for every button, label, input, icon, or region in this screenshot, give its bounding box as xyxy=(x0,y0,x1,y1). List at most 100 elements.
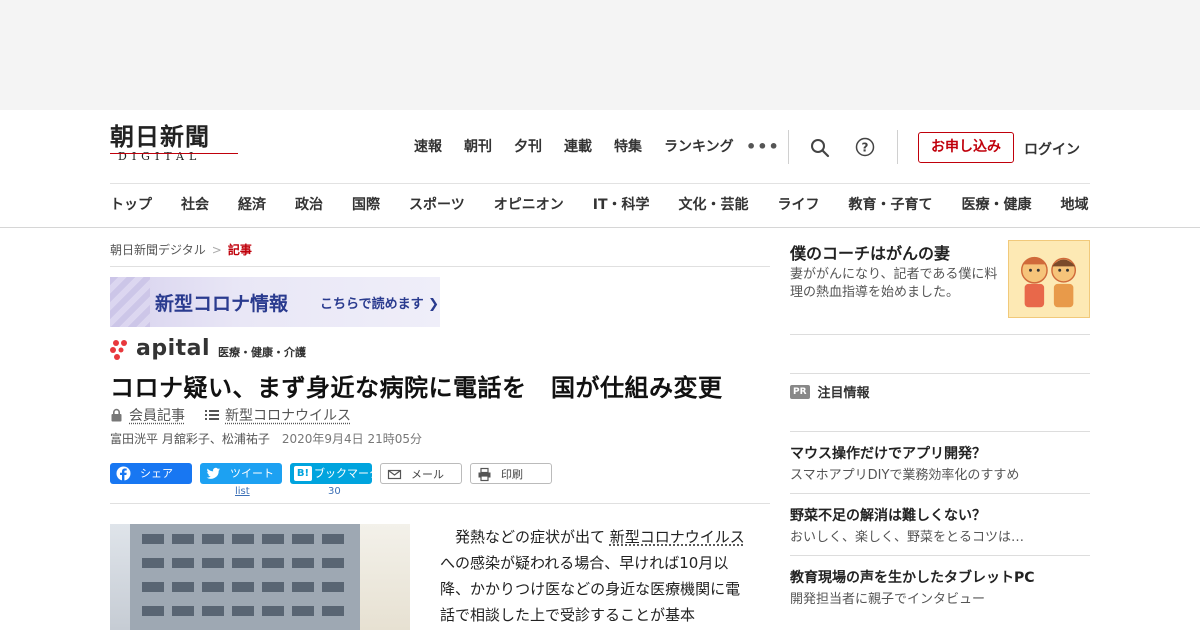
photo-window xyxy=(142,534,164,544)
apital-logo[interactable]: apital 医療・健康・介護 xyxy=(110,336,306,360)
pr-item[interactable]: マウス操作だけでアプリ開発？ スマホアプリDIYで業務効率化のすすめ xyxy=(790,444,1090,486)
top-nav-item-ranking[interactable]: ランキング xyxy=(664,138,734,156)
logo-main-text: 朝日新聞 xyxy=(110,122,210,151)
top-nav-item-series[interactable]: 連載 xyxy=(564,138,592,156)
photo-window xyxy=(292,558,314,568)
photo-window xyxy=(262,582,284,592)
divider xyxy=(110,503,770,504)
breadcrumb-home[interactable]: 朝日新聞デジタル xyxy=(110,243,206,257)
corona-banner-link-text: こちらで読めます xyxy=(320,297,424,312)
login-link[interactable]: ログイン xyxy=(1024,139,1080,159)
category-international[interactable]: 国際 xyxy=(352,196,380,214)
category-education[interactable]: 教育・子育て xyxy=(849,196,933,214)
pr-item-desc: おいしく、楽しく、野菜をとるコツは… xyxy=(790,530,1025,545)
member-article-tag[interactable]: 会員記事 xyxy=(110,405,185,425)
help-icon[interactable]: ? xyxy=(855,137,875,157)
hatena-bookmark-icon: B! xyxy=(294,466,312,481)
photo-window xyxy=(232,582,254,592)
category-it-science[interactable]: IT・科学 xyxy=(593,196,650,214)
photo-window xyxy=(202,606,224,616)
mail-icon xyxy=(387,469,402,480)
sidebar-feature[interactable]: 僕のコーチはがんの妻 妻ががんになり、記者である僕に料理の熱血指導を始めました。 xyxy=(790,240,1090,334)
category-politics[interactable]: 政治 xyxy=(295,196,323,214)
print-label: 印刷 xyxy=(501,468,523,481)
more-menu-icon[interactable]: ••• xyxy=(746,137,780,156)
category-region[interactable]: 地域 xyxy=(1061,196,1089,214)
category-top[interactable]: トップ xyxy=(110,196,152,214)
subscribe-button[interactable]: お申し込み xyxy=(918,132,1014,163)
photo-window xyxy=(262,558,284,568)
article-body-text-2: への感染が疑われる場合、早ければ10月以降、かかりつけ医などの身近な医療機関に電… xyxy=(440,554,741,624)
top-nav-item-features[interactable]: 特集 xyxy=(614,138,642,156)
corona-info-banner[interactable]: 新型コロナ情報 こちらで読めます ❯ xyxy=(110,277,440,327)
apital-subtitle: 医療・健康・介護 xyxy=(218,346,307,359)
twitter-count-link[interactable]: list xyxy=(235,486,250,497)
photo-window xyxy=(292,606,314,616)
corona-banner-title: 新型コロナ情報 xyxy=(155,293,289,315)
hatena-bookmark-button[interactable]: B! ブックマーク xyxy=(290,463,380,484)
category-society[interactable]: 社会 xyxy=(181,196,209,214)
facebook-share-button[interactable]: シェア xyxy=(110,463,192,484)
photo-window xyxy=(262,606,284,616)
topic-tag[interactable]: 新型コロナウイルス xyxy=(205,405,351,425)
article-date: 2020年9月4日 21時05分 xyxy=(281,432,422,446)
category-economy[interactable]: 経済 xyxy=(238,196,266,214)
topic-keyword-link[interactable]: 新型コロナウイルス xyxy=(610,528,745,546)
photo-window xyxy=(142,582,164,592)
photo-window xyxy=(322,558,344,568)
article-photo xyxy=(110,524,410,630)
header-divider-2 xyxy=(897,130,898,164)
photo-window xyxy=(172,558,194,568)
sidebar-divider xyxy=(790,431,1090,432)
top-nav-item-morning[interactable]: 朝刊 xyxy=(464,138,492,156)
sidebar-divider xyxy=(790,373,1090,374)
article-body-text-1: 発熱などの症状が出て xyxy=(440,528,610,546)
article-byline: 富田洸平 月舘彩子、松浦祐子 2020年9月4日 21時05分 xyxy=(110,430,422,447)
svg-text:?: ? xyxy=(862,141,869,155)
sidebar-divider xyxy=(790,555,1090,556)
category-medical[interactable]: 医療・健康 xyxy=(962,196,1032,214)
hatena-count[interactable]: 30 xyxy=(328,486,341,497)
pr-badge: PR xyxy=(790,384,810,399)
photo-window xyxy=(172,534,194,544)
facebook-share-label: シェア xyxy=(140,467,173,480)
top-nav: 速報 朝刊 夕刊 連載 特集 ランキング xyxy=(414,138,756,156)
category-life[interactable]: ライフ xyxy=(778,196,820,214)
photo-window xyxy=(292,582,314,592)
mail-share-button[interactable]: メール xyxy=(380,463,462,484)
top-nav-item-breaking[interactable]: 速報 xyxy=(414,138,442,156)
apital-dots-icon xyxy=(110,340,127,360)
mail-share-label: メール xyxy=(411,468,444,481)
header-divider xyxy=(788,130,789,164)
photo-window xyxy=(292,534,314,544)
pr-heading-text: 注目情報 xyxy=(817,386,870,401)
pr-item-title: 野菜不足の解消は難しくない？ xyxy=(790,508,986,524)
photo-window xyxy=(202,582,224,592)
divider xyxy=(110,266,770,267)
photo-window xyxy=(202,558,224,568)
pr-item[interactable]: 野菜不足の解消は難しくない？ おいしく、楽しく、野菜をとるコツは… xyxy=(790,506,1090,548)
top-nav-item-evening[interactable]: 夕刊 xyxy=(514,138,542,156)
category-sports[interactable]: スポーツ xyxy=(409,196,465,214)
pr-item[interactable]: 教育現場の声を生かしたタブレットPC 開発担当者に親子でインタビュー xyxy=(790,568,1090,610)
site-logo[interactable]: 朝日新聞 DIGITAL xyxy=(110,124,240,168)
category-opinion[interactable]: オピニオン xyxy=(494,196,564,214)
photo-window xyxy=(322,606,344,616)
corona-banner-link: こちらで読めます ❯ xyxy=(320,293,439,312)
category-culture[interactable]: 文化・芸能 xyxy=(679,196,749,214)
logo-underline xyxy=(110,153,238,154)
pr-item-title: マウス操作だけでアプリ開発？ xyxy=(790,446,986,462)
category-nav: トップ 社会 経済 政治 国際 スポーツ オピニオン IT・科学 文化・芸能 ラ… xyxy=(110,196,1089,214)
twitter-share-button[interactable]: ツイート xyxy=(200,463,282,484)
sidebar-feature-desc: 妻ががんになり、記者である僕に料理の熱血指導を始めました。 xyxy=(790,267,998,300)
chevron-right-icon: ❯ xyxy=(428,297,440,312)
sidebar-divider xyxy=(790,493,1090,494)
ad-banner-area xyxy=(0,0,1200,110)
member-article-label: 会員記事 xyxy=(129,408,185,424)
print-button[interactable]: 印刷 xyxy=(470,463,552,484)
search-icon[interactable] xyxy=(810,138,830,158)
topic-label: 新型コロナウイルス xyxy=(225,408,351,424)
photo-sky xyxy=(360,524,410,630)
breadcrumb-separator: > xyxy=(211,243,222,257)
print-icon xyxy=(478,467,491,482)
